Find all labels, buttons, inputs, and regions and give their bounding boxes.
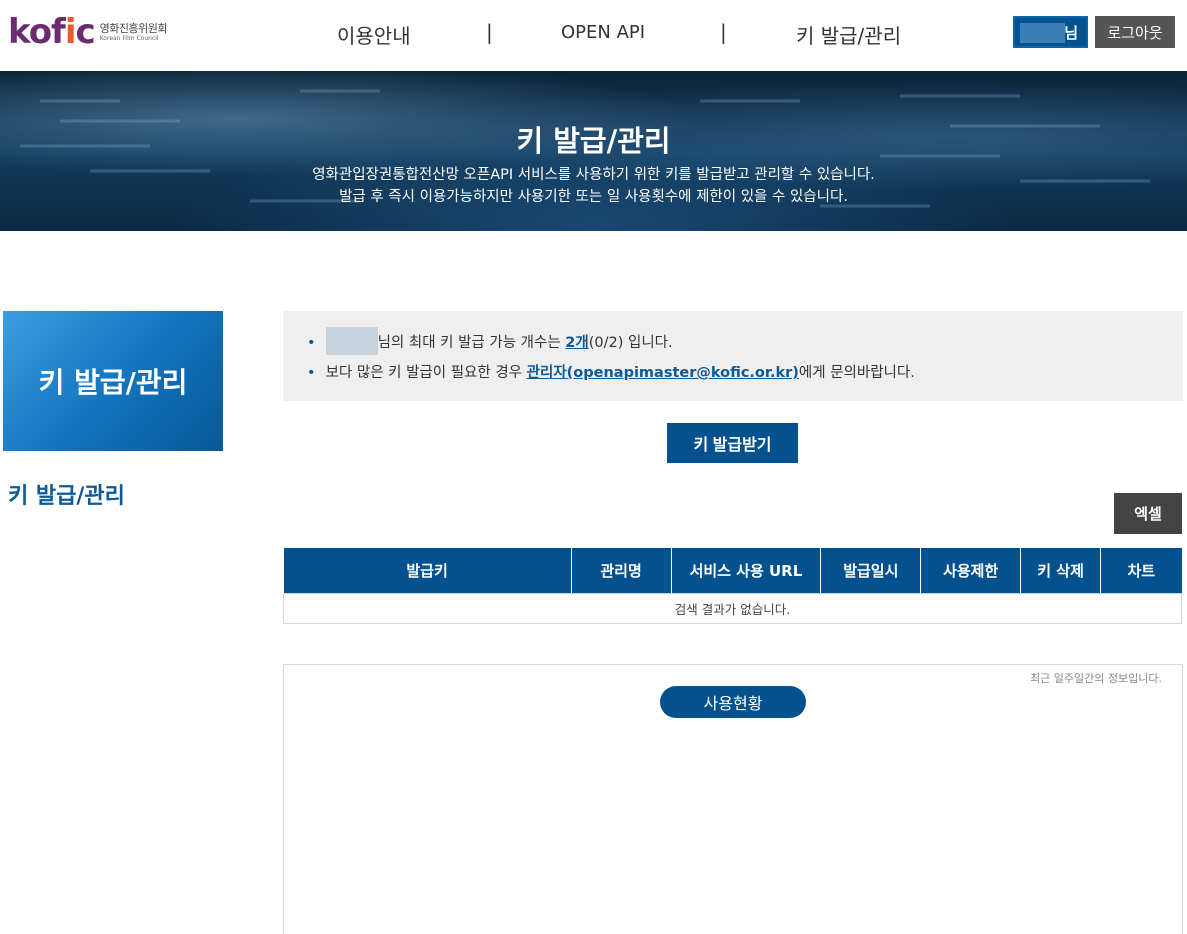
admin-email-link[interactable]: 관리자(openapimaster@kofic.or.kr)	[527, 365, 799, 381]
bullet-icon: •	[307, 335, 316, 351]
usage-status-button[interactable]: 사용현황	[660, 686, 806, 718]
logout-button[interactable]: 로그아웃	[1095, 16, 1175, 48]
user-name-redacted	[325, 327, 378, 355]
banner-desc-2: 발급 후 즉시 이용가능하지만 사용기한 또는 일 사용횟수에 제한이 있을 수…	[339, 189, 848, 205]
empty-message: 검색 결과가 없습니다.	[283, 592, 1182, 624]
col-service-url: 서비스 사용 URL	[671, 548, 822, 593]
max-key-count: 2개	[565, 335, 589, 351]
logo-mark: kofic	[8, 12, 96, 52]
table-header-row: 발급키 관리명 서비스 사용 URL 발급일시 사용제한 키 삭제 차트	[283, 548, 1182, 593]
user-name-badge: 님	[1013, 16, 1088, 48]
excel-export-button[interactable]: 엑셀	[1114, 493, 1182, 534]
header: kofic 영화진흥위원회 Korean Film Council 이용안내 |…	[0, 0, 1187, 71]
usage-note: 최근 일주일간의 정보입니다.	[1030, 672, 1162, 685]
usage-panel: 최근 일주일간의 정보입니다. 사용현황	[283, 664, 1183, 934]
issue-key-button[interactable]: 키 발급받기	[667, 423, 798, 463]
nav-key-manage[interactable]: 키 발급/관리	[796, 20, 901, 49]
info-line2-prefix: 보다 많은 키 발급이 필요한 경우	[325, 365, 527, 381]
banner-desc-1: 영화관입장권통합전산망 오픈API 서비스를 사용하기 위한 키를 발급받고 관…	[312, 167, 875, 183]
col-issued-key: 발급키	[283, 548, 572, 593]
sidebar-title-box: 키 발급/관리	[3, 311, 223, 451]
page-banner: 키 발급/관리 영화관입장권통합전산망 오픈API 서비스를 사용하기 위한 키…	[0, 71, 1187, 231]
sidebar-title: 키 발급/관리	[38, 366, 188, 399]
nav-separator: |	[720, 20, 727, 44]
col-manage-name: 관리명	[571, 548, 672, 593]
info-line1-text: 님의 최대 키 발급 가능 개수는	[377, 335, 566, 351]
col-key-delete: 키 삭제	[1020, 548, 1102, 593]
col-usage-limit: 사용제한	[920, 548, 1022, 593]
col-chart: 차트	[1100, 548, 1182, 593]
kofic-logo[interactable]: kofic 영화진흥위원회 Korean Film Council	[8, 12, 168, 52]
nav-guide[interactable]: 이용안내	[337, 20, 411, 49]
nav-separator: |	[486, 20, 493, 44]
key-table: 발급키 관리명 서비스 사용 URL 발급일시 사용제한 키 삭제 차트 검색 …	[283, 548, 1182, 624]
nav-open-api[interactable]: OPEN API	[561, 22, 645, 43]
user-suffix: 님	[1064, 23, 1078, 42]
logo-name-en: Korean Film Council	[99, 34, 159, 42]
info-line-2: • 보다 많은 키 발급이 필요한 경우 관리자(openapimaster@ko…	[307, 361, 915, 382]
col-issued-date: 발급일시	[820, 548, 922, 593]
sidebar-item-key-manage[interactable]: 키 발급/관리	[8, 478, 125, 510]
user-name-redacted	[1020, 23, 1065, 43]
info-box: • 님의 최대 키 발급 가능 개수는 2개(0/2) 입니다. • 보다 많은 키…	[283, 311, 1183, 401]
table-row: 검색 결과가 없습니다.	[283, 592, 1182, 624]
logo-text: 영화진흥위원회 Korean Film Council	[99, 21, 168, 42]
info-line2-suffix: 에게 문의바랍니다.	[798, 365, 915, 381]
info-line-1: • 님의 최대 키 발급 가능 개수는 2개(0/2) 입니다.	[307, 327, 673, 357]
bullet-icon: •	[307, 365, 316, 381]
banner-title: 키 발급/관리	[516, 124, 671, 158]
key-count-detail: (0/2) 입니다.	[588, 335, 673, 351]
logo-name-ko: 영화진흥위원회	[99, 21, 168, 35]
